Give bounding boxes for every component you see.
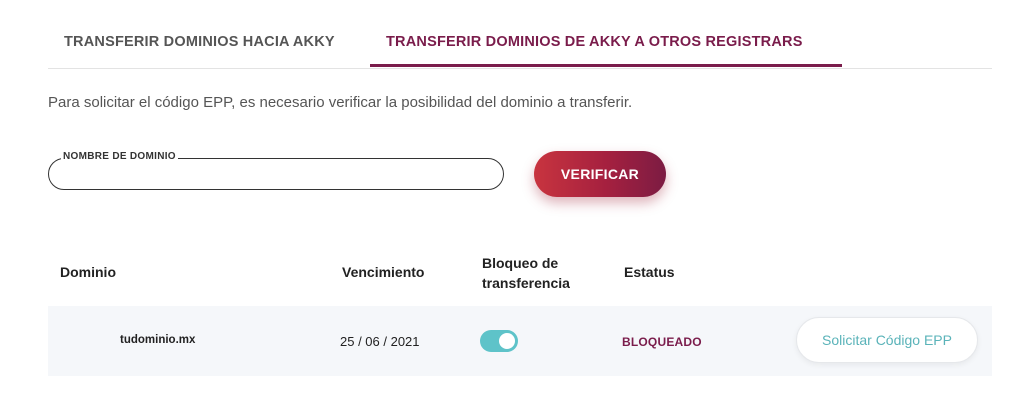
domain-name-field[interactable]: NOMBRE DE DOMINIO — [48, 151, 504, 190]
tab-transfer-to-akky[interactable]: TRANSFERIR DOMINIOS HACIA AKKY — [64, 34, 335, 50]
column-header-status: Estatus — [624, 264, 675, 280]
row-domain: tudominio.mx — [120, 334, 196, 346]
intro-text: Para solicitar el código EPP, es necesar… — [48, 94, 633, 111]
active-tab-indicator — [370, 64, 842, 67]
tab-transfer-from-akky[interactable]: TRANSFERIR DOMINIOS DE AKKY A OTROS REGI… — [386, 34, 803, 50]
domain-name-input[interactable] — [63, 165, 487, 185]
verify-button[interactable]: VERIFICAR — [534, 151, 666, 197]
column-header-domain: Dominio — [60, 264, 116, 280]
domain-name-label: NOMBRE DE DOMINIO — [61, 151, 178, 162]
column-header-transfer-lock: Bloqueo de transferencia — [482, 253, 570, 293]
column-header-transfer-lock-line1: Bloqueo de — [482, 255, 559, 271]
column-header-transfer-lock-line2: transferencia — [482, 275, 570, 291]
request-epp-button[interactable]: Solicitar Código EPP — [796, 317, 978, 363]
transfer-lock-toggle[interactable] — [480, 330, 518, 352]
status-badge: BLOQUEADO — [622, 335, 702, 349]
column-header-expiry: Vencimiento — [342, 264, 425, 280]
tab-bar: TRANSFERIR DOMINIOS HACIA AKKY TRANSFERI… — [48, 0, 992, 69]
toggle-knob — [499, 333, 515, 349]
row-expiry: 25 / 06 / 2021 — [340, 334, 420, 349]
